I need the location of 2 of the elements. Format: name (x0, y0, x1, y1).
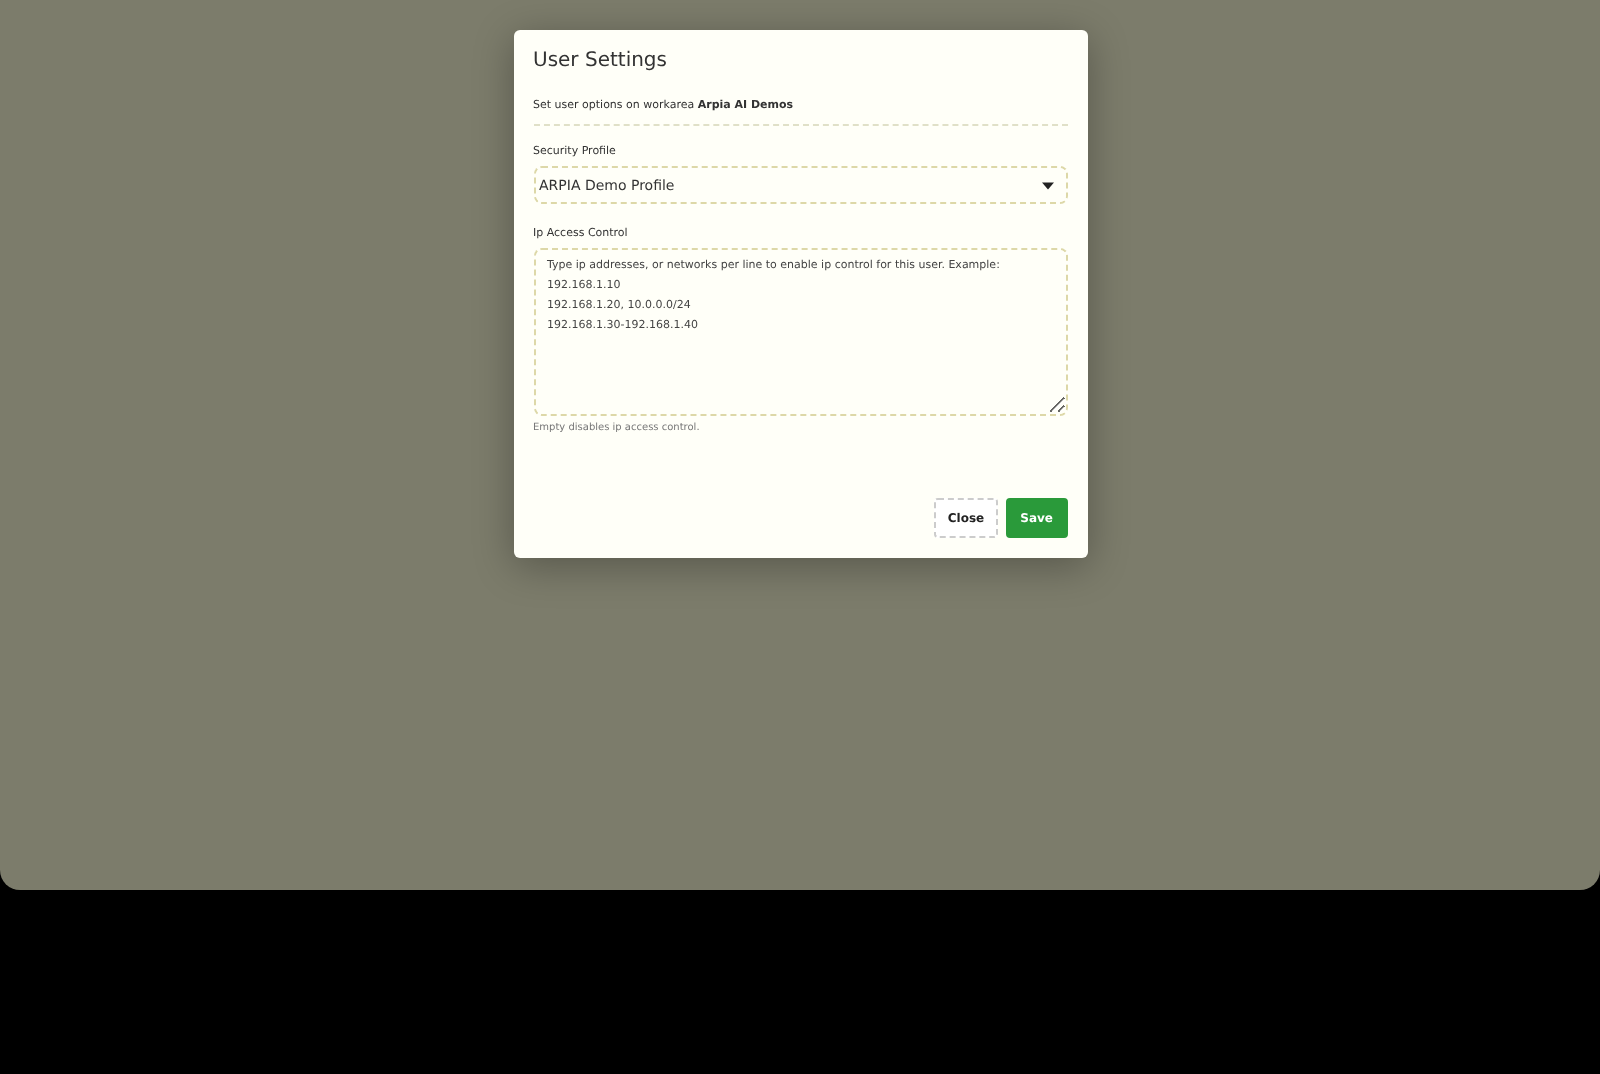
caret-icon (1041, 181, 1053, 189)
dialog-title: User Settings (533, 50, 669, 72)
